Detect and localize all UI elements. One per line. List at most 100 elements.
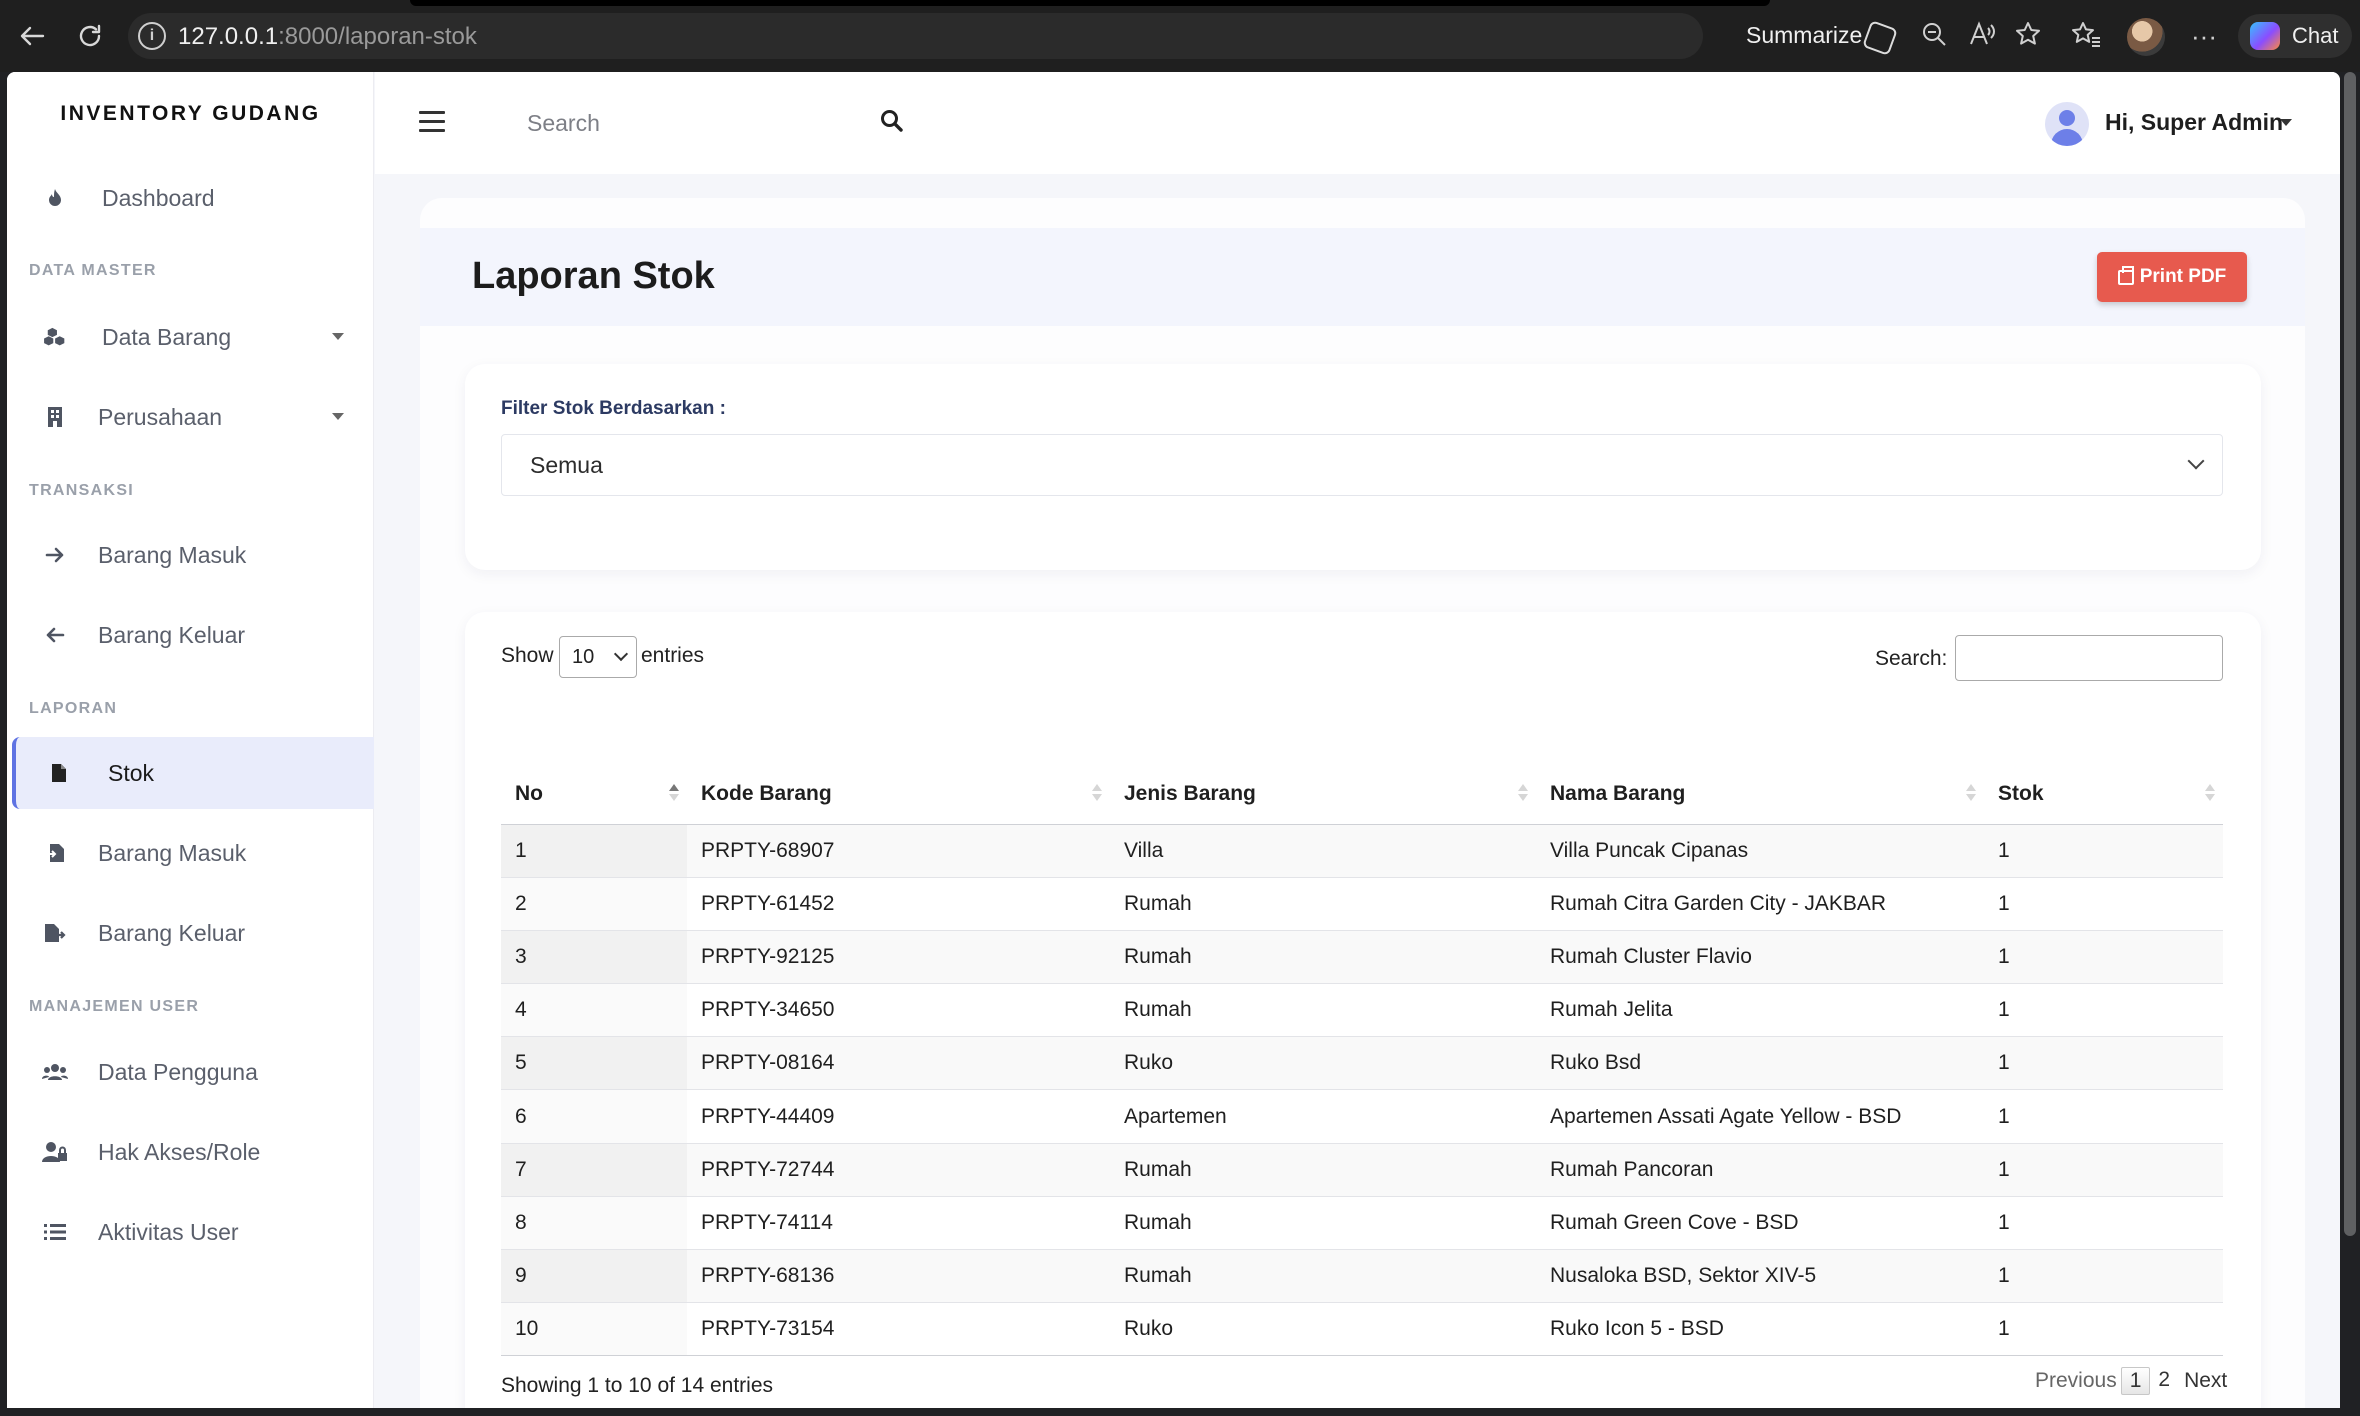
sort-icon bbox=[1966, 784, 1976, 804]
browser-toolbar: i 127.0.0.1:8000/laporan-stok Summarize … bbox=[0, 0, 2360, 72]
table-cell: Apartemen Assati Agate Yellow - BSD bbox=[1536, 1089, 1984, 1144]
table-cell: Ruko Bsd bbox=[1536, 1036, 1984, 1090]
favorite-star-icon[interactable] bbox=[2012, 20, 2044, 52]
table-cell: 6 bbox=[501, 1089, 687, 1144]
pagination: Previous 1 2 Next bbox=[2035, 1366, 2227, 1396]
sidebar: INVENTORY GUDANG Dashboard DATA MASTER D… bbox=[7, 72, 374, 1408]
reload-icon[interactable] bbox=[72, 18, 108, 54]
pagination-page-1[interactable]: 1 bbox=[2120, 1367, 2151, 1395]
sidebar-item-hak-akses[interactable]: Hak Akses/Role bbox=[7, 1117, 374, 1187]
filter-stock-select[interactable]: Semua bbox=[501, 434, 2223, 496]
table-cell: Rumah Jelita bbox=[1536, 983, 1984, 1037]
table-cell: Rumah bbox=[1110, 929, 1536, 984]
address-bar[interactable]: i 127.0.0.1:8000/laporan-stok bbox=[128, 13, 1703, 59]
sidebar-item-data-pengguna[interactable]: Data Pengguna bbox=[7, 1037, 374, 1107]
show-label: Show bbox=[501, 644, 554, 667]
table-cell: Ruko bbox=[1110, 1036, 1536, 1090]
chevron-down-icon bbox=[332, 333, 344, 340]
summarize-icon bbox=[1862, 20, 1898, 56]
section-heading-data-master: DATA MASTER bbox=[29, 262, 157, 279]
zoom-out-icon[interactable] bbox=[1918, 20, 1950, 52]
table-cell: Rumah Green Cove - BSD bbox=[1536, 1195, 1984, 1250]
brand-title[interactable]: INVENTORY GUDANG bbox=[7, 102, 374, 126]
chat-button[interactable]: Chat bbox=[2238, 14, 2352, 58]
search-input[interactable] bbox=[527, 110, 827, 137]
list-icon bbox=[40, 1217, 70, 1247]
table-cell: PRPTY-08164 bbox=[687, 1036, 1110, 1090]
pagination-next[interactable]: Next bbox=[2184, 1369, 2227, 1393]
arrow-left-icon bbox=[40, 620, 70, 650]
table-search-label: Search: bbox=[1875, 647, 1948, 670]
table-cell: 1 bbox=[1984, 1142, 2223, 1197]
column-header-no[interactable]: No bbox=[501, 764, 687, 825]
read-aloud-icon[interactable] bbox=[1966, 20, 1998, 52]
table-cell: 1 bbox=[1984, 1036, 2223, 1090]
sidebar-item-barang-keluar[interactable]: Barang Keluar bbox=[7, 600, 374, 670]
chevron-down-icon[interactable] bbox=[2280, 119, 2292, 126]
table-cell: 1 bbox=[1984, 1248, 2223, 1303]
search-icon[interactable] bbox=[879, 108, 907, 136]
table-cell: Rumah bbox=[1110, 876, 1536, 931]
page-scrollbar[interactable] bbox=[2344, 72, 2356, 1236]
table-cell: 8 bbox=[501, 1195, 687, 1250]
profile-avatar[interactable] bbox=[2127, 18, 2165, 56]
column-header-nama-barang[interactable]: Nama Barang bbox=[1536, 764, 1984, 825]
sidebar-item-stok[interactable]: Stok bbox=[12, 737, 374, 809]
table-cell: 4 bbox=[501, 983, 687, 1037]
table-cell: Apartemen bbox=[1110, 1089, 1536, 1144]
building-icon bbox=[40, 402, 70, 432]
web-page: INVENTORY GUDANG Dashboard DATA MASTER D… bbox=[7, 72, 2340, 1408]
fire-icon bbox=[40, 183, 70, 213]
page-title: Laporan Stok bbox=[472, 255, 715, 297]
sidebar-item-aktivitas-user[interactable]: Aktivitas User bbox=[7, 1197, 374, 1267]
pagination-previous[interactable]: Previous bbox=[2035, 1369, 2117, 1393]
table-cell: 10 bbox=[501, 1302, 687, 1357]
column-header-stok[interactable]: Stok bbox=[1984, 764, 2223, 825]
sidebar-item-label: Aktivitas User bbox=[98, 1218, 239, 1245]
copilot-icon bbox=[2250, 22, 2280, 50]
sidebar-item-barang-masuk[interactable]: Barang Masuk bbox=[7, 520, 374, 590]
table-row: 2 PRPTY-61452 Rumah Rumah Citra Garden City… bbox=[501, 876, 2223, 931]
table-cell: 5 bbox=[501, 1036, 687, 1090]
user-avatar-icon[interactable] bbox=[2045, 102, 2089, 146]
column-header-kode-barang[interactable]: Kode Barang bbox=[687, 764, 1110, 825]
sidebar-item-laporan-barang-keluar[interactable]: Barang Keluar bbox=[7, 898, 374, 968]
table-cell: 1 bbox=[501, 823, 687, 878]
sidebar-item-data-barang[interactable]: Data Barang bbox=[7, 302, 374, 372]
page-length-select[interactable]: 10 bbox=[559, 636, 637, 678]
arrow-right-icon bbox=[40, 540, 70, 570]
cubes-icon bbox=[40, 322, 70, 352]
table-cell: Rumah bbox=[1110, 983, 1536, 1037]
table-cell: 3 bbox=[501, 929, 687, 984]
site-info-icon[interactable]: i bbox=[138, 22, 166, 50]
sort-icon bbox=[2205, 784, 2215, 804]
user-menu-toggle[interactable]: Hi, Super Admin bbox=[2105, 109, 2283, 136]
url-text: 127.0.0.1:8000/laporan-stok bbox=[178, 23, 477, 50]
sidebar-item-laporan-barang-masuk[interactable]: Barang Masuk bbox=[7, 818, 374, 888]
sidebar-item-label: Data Pengguna bbox=[98, 1058, 258, 1085]
summarize-button[interactable]: Summarize bbox=[1746, 22, 1862, 49]
table-cell: 1 bbox=[1984, 929, 2223, 984]
print-pdf-button[interactable]: Print PDF bbox=[2097, 252, 2247, 302]
back-arrow-icon[interactable] bbox=[14, 18, 50, 54]
print-pdf-label: Print PDF bbox=[2139, 266, 2227, 287]
hamburger-menu-icon[interactable] bbox=[419, 111, 445, 133]
column-header-jenis-barang[interactable]: Jenis Barang bbox=[1110, 764, 1536, 825]
table-search-input[interactable] bbox=[1955, 635, 2223, 681]
table-cell: Ruko Icon 5 - BSD bbox=[1536, 1302, 1984, 1357]
sidebar-item-label: Perusahaan bbox=[98, 403, 223, 430]
favorites-list-icon[interactable] bbox=[2070, 20, 2102, 52]
page-length-value: 10 bbox=[572, 646, 595, 668]
sidebar-item-dashboard[interactable]: Dashboard bbox=[7, 163, 374, 233]
sidebar-item-label: Barang Keluar bbox=[98, 919, 246, 946]
sidebar-item-label: Barang Masuk bbox=[98, 541, 247, 568]
table-row: 1 PRPTY-68907 Villa Villa Puncak Cipanas 1 bbox=[501, 823, 2223, 878]
table-cell: PRPTY-72744 bbox=[687, 1142, 1110, 1197]
pagination-page-2[interactable]: 2 bbox=[2150, 1367, 2178, 1395]
table-cell: 1 bbox=[1984, 983, 2223, 1037]
sidebar-item-perusahaan[interactable]: Perusahaan bbox=[7, 382, 374, 452]
table-cell: 1 bbox=[1984, 1302, 2223, 1357]
more-options-icon[interactable]: ··· bbox=[2188, 20, 2220, 52]
sort-icon bbox=[1518, 784, 1528, 804]
stock-table: No Kode Barang Jenis Barang Nama Barang … bbox=[501, 764, 2223, 1357]
